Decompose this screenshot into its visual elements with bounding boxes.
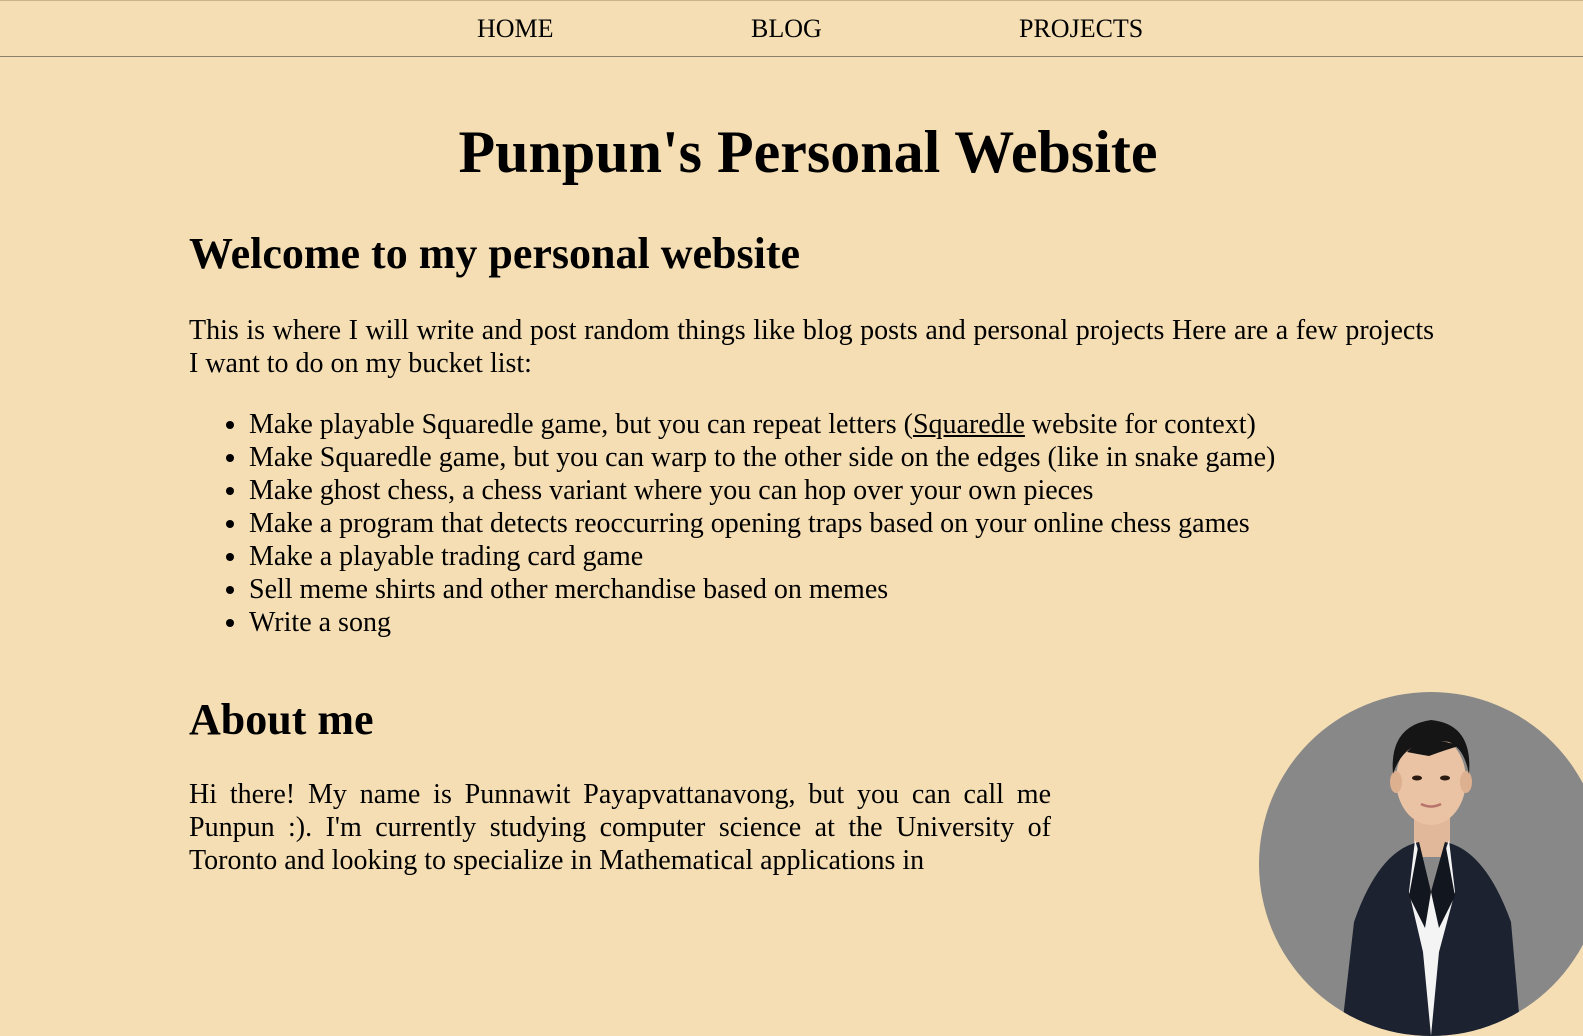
profile-photo <box>1259 692 1583 1036</box>
about-paragraph: Hi there! My name is Punnawit Payapvatta… <box>189 779 1051 876</box>
intro-paragraph: This is where I will write and post rand… <box>189 315 1434 379</box>
list-item-text: website for context) <box>1024 409 1256 440</box>
list-item: Write a song <box>249 606 1275 639</box>
list-item: Sell meme shirts and other merchandise b… <box>249 573 1275 606</box>
site-title: Punpun's Personal Website <box>458 119 1158 185</box>
list-item: Make a playable trading card game <box>249 540 1275 573</box>
list-item: Make a program that detects reoccurring … <box>249 507 1275 540</box>
bucket-list: Make playable Squaredle game, but you ca… <box>189 408 1275 639</box>
list-item-text: Make playable Squaredle game, but you ca… <box>249 409 913 440</box>
squaredle-link[interactable]: Squaredle <box>913 409 1025 440</box>
welcome-heading: Welcome to my personal website <box>189 229 800 278</box>
top-navigation: HOME BLOG PROJECTS <box>0 0 1583 57</box>
nav-blog-link[interactable]: BLOG <box>751 13 822 45</box>
nav-projects-link[interactable]: PROJECTS <box>1019 13 1143 45</box>
list-item: Make ghost chess, a chess variant where … <box>249 474 1275 507</box>
list-item: Make playable Squaredle game, but you ca… <box>249 408 1275 441</box>
person-portrait-icon <box>1341 720 1521 1036</box>
about-heading: About me <box>189 695 374 744</box>
nav-home-link[interactable]: HOME <box>477 13 554 45</box>
list-item: Make Squaredle game, but you can warp to… <box>249 441 1275 474</box>
